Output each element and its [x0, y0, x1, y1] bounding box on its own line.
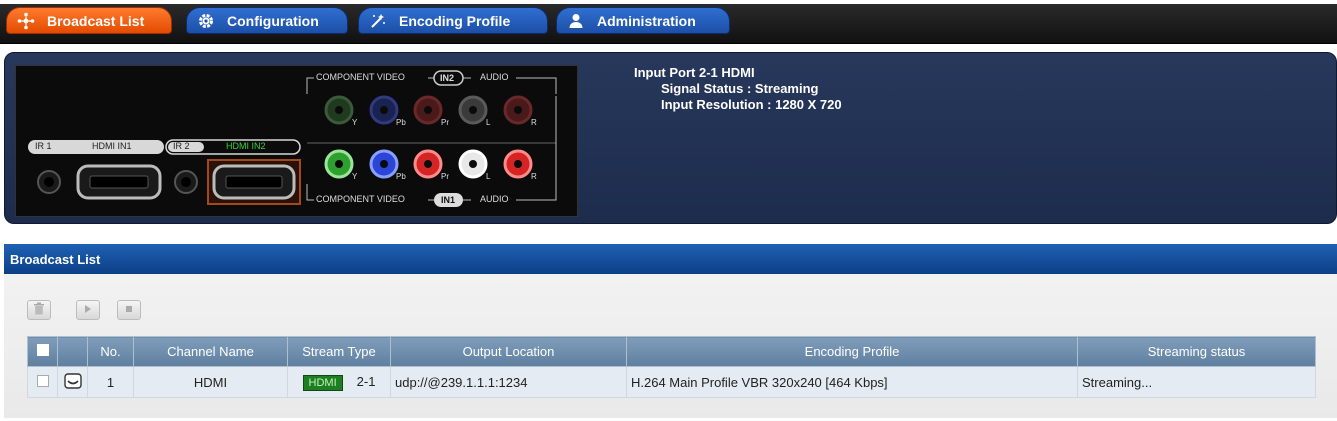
tab-label: Configuration [227, 12, 319, 29]
component-video-label-bottom: COMPONENT VIDEO [316, 194, 405, 204]
row-output-location: udp://@239.1.1.1:1234 [390, 366, 627, 398]
ir1-label: IR 1 [35, 141, 52, 151]
select-all-checkbox[interactable] [27, 336, 58, 367]
row-action-cell[interactable] [57, 366, 88, 398]
in2-badge: IN2 [440, 73, 455, 83]
broadcast-table: No. Channel Name Stream Type Output Loca… [27, 336, 1316, 398]
broadcast-list-header: Broadcast List [4, 244, 1337, 274]
broadcast-list-title: Broadcast List [10, 251, 101, 267]
in1-badge: IN1 [441, 195, 456, 205]
stream-port: 2-1 [356, 373, 376, 389]
jack-label-y: Y [352, 118, 358, 127]
row-checkbox[interactable] [27, 366, 58, 398]
jack-label-l: L [486, 172, 491, 181]
trash-icon [33, 302, 45, 318]
header-encoding-profile[interactable]: Encoding Profile [626, 336, 1078, 367]
signal-status: Signal Status : Streaming [661, 81, 819, 96]
tab-label: Administration [597, 12, 696, 29]
header-streaming-status[interactable]: Streaming status [1077, 336, 1316, 367]
jack-label-r: R [531, 172, 537, 181]
hdmi-in2-label: HDMI IN2 [226, 141, 266, 151]
header-output-location[interactable]: Output Location [390, 336, 627, 367]
jack-label-pb: Pb [396, 172, 406, 181]
audio-label-top: AUDIO [480, 72, 509, 82]
device-rear-panel: COMPONENT VIDEO IN2 AUDIO COMPONENT VIDE… [15, 65, 578, 217]
row-encoding-profile: H.264 Main Profile VBR 320x240 [464 Kbps… [626, 366, 1078, 398]
network-icon [15, 10, 37, 32]
stream-badge: HDMI [302, 374, 343, 391]
tab-configuration[interactable]: Configuration [186, 7, 348, 34]
jack-label-pr: Pr [441, 118, 449, 127]
play-icon [83, 303, 93, 317]
table-header-row: No. Channel Name Stream Type Output Loca… [27, 336, 1316, 367]
header-channel-name[interactable]: Channel Name [133, 336, 288, 367]
tab-label: Broadcast List [47, 12, 145, 29]
stop-icon [124, 303, 134, 317]
jack-label-y: Y [352, 172, 358, 181]
jack-label-pb: Pb [396, 118, 406, 127]
tray-icon[interactable] [63, 372, 82, 392]
play-button[interactable] [76, 300, 100, 320]
delete-button[interactable] [27, 300, 51, 320]
jack-label-pr: Pr [441, 172, 449, 181]
stop-button[interactable] [117, 300, 141, 320]
tab-broadcast-list[interactable]: Broadcast List [6, 7, 172, 34]
row-channel-name: HDMI [133, 366, 288, 398]
header-no: No. [87, 336, 134, 367]
row-no: 1 [87, 366, 134, 398]
header-icon-col [57, 336, 88, 367]
audio-label-bottom: AUDIO [480, 194, 509, 204]
input-panel: COMPONENT VIDEO IN2 AUDIO COMPONENT VIDE… [4, 52, 1337, 224]
tab-administration[interactable]: Administration [556, 7, 730, 34]
hdmi-in1-label: HDMI IN1 [92, 141, 132, 151]
input-info: Input Port 2-1 HDMI Signal Status : Stre… [634, 65, 842, 113]
wand-icon [367, 10, 389, 32]
jack-label-l: L [486, 118, 491, 127]
tab-encoding-profile[interactable]: Encoding Profile [358, 7, 548, 34]
user-icon [565, 10, 587, 32]
row-streaming-status: Streaming... [1077, 366, 1316, 398]
input-port: Input Port 2-1 HDMI [634, 65, 755, 80]
table-row[interactable]: 1 HDMI HDMI 2-1 udp://@239.1.1.1:1234 H.2… [27, 366, 1316, 398]
top-navigation: Broadcast List Configuration Encoding Pr… [0, 0, 1337, 44]
gear-icon [195, 10, 217, 32]
input-resolution: Input Resolution : 1280 X 720 [661, 97, 842, 112]
ir2-label: IR 2 [173, 141, 190, 151]
tab-label: Encoding Profile [399, 12, 511, 29]
component-video-label-top: COMPONENT VIDEO [316, 72, 405, 82]
jack-label-r: R [531, 118, 537, 127]
header-stream-type[interactable]: Stream Type [287, 336, 391, 367]
row-stream-type: HDMI 2-1 [287, 366, 391, 398]
